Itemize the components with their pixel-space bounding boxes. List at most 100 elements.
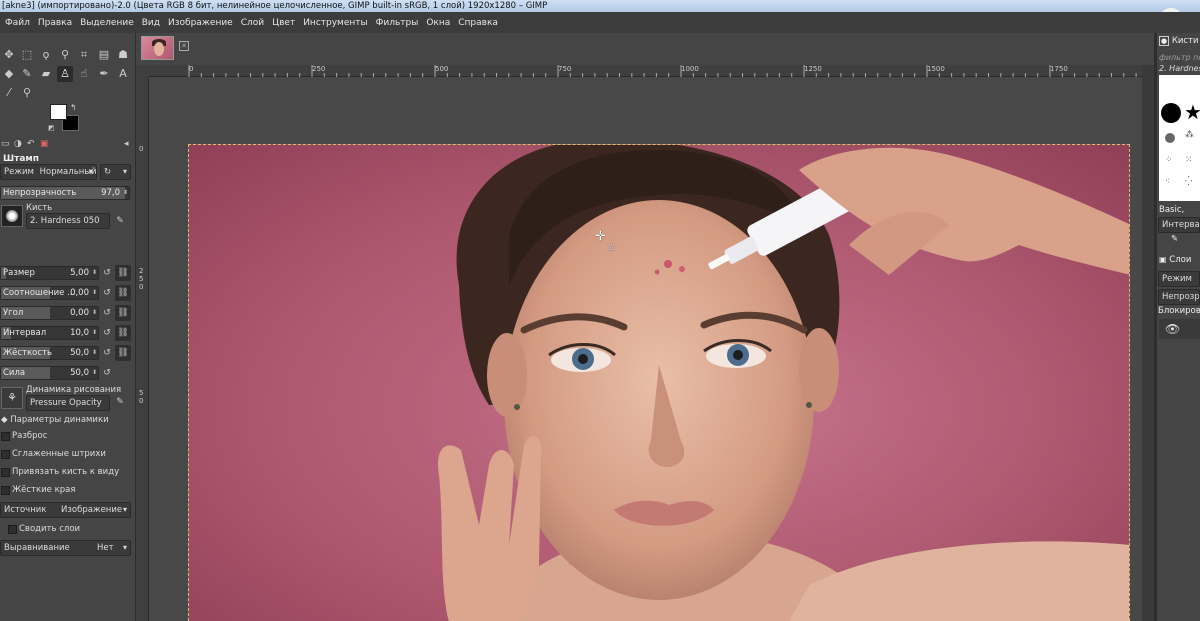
hard-edge-checkbox[interactable]: Жёсткие края (0, 483, 75, 497)
link-angle-icon[interactable]: ⛓ (115, 305, 131, 321)
brush-name-field[interactable]: 2. Hardness 050 (26, 213, 110, 229)
edit-dynamics-icon[interactable]: ✎ (113, 395, 127, 409)
alignment-combo[interactable]: Выравнивание Нет ▾ (0, 540, 131, 556)
dynamics-icon[interactable]: ⚘ (1, 387, 23, 409)
smooth-stroke-checkbox[interactable]: Сглаженные штрихи (0, 447, 106, 461)
aspect-slider[interactable]: Соотношение ... 0,00 ⬍ (0, 286, 99, 300)
menu-help[interactable]: Справка (454, 18, 502, 28)
brush-spacing-field[interactable]: Интервал (1158, 217, 1200, 233)
horizontal-ruler[interactable]: 0 250 500 750 1000 1250 1500 1750 (149, 65, 1142, 77)
brush-preview[interactable] (1, 205, 23, 227)
size-slider[interactable]: Размер 5,00 ⬍ (0, 266, 99, 280)
menu-view[interactable]: Вид (138, 18, 164, 28)
lock-brush-checkbox[interactable]: Привязать кисть к виду (0, 465, 119, 479)
brush-circle-icon[interactable] (1161, 103, 1181, 123)
path-icon[interactable]: ✒ (96, 66, 112, 82)
bucket-fill-icon[interactable]: ◆ (1, 66, 17, 82)
clone-stamp-icon[interactable]: ♙ (57, 66, 73, 82)
layers-tab[interactable]: ▣ Слои (1159, 253, 1191, 266)
edit-brush-icon[interactable]: ✎ (1171, 233, 1178, 246)
dynamics-field[interactable]: Pressure Opacity (26, 395, 110, 411)
dynamics-options-expander[interactable]: ◆ Параметры динамики (1, 415, 109, 425)
layer-opacity-field[interactable]: Непрозрачи (1158, 289, 1200, 305)
eraser-icon[interactable]: ▰ (38, 66, 54, 82)
menu-filters[interactable]: Фильтры (372, 18, 423, 28)
device-status-tab-icon[interactable]: ◑ (14, 139, 22, 149)
reset-size-icon[interactable]: ↺ (100, 266, 114, 280)
mode-swap-combo[interactable]: ↻ ▾ (100, 164, 131, 180)
force-label: Сила (3, 368, 26, 378)
hardness-slider[interactable]: Жёсткость 50,0 ⬍ (0, 346, 99, 360)
crop-icon[interactable]: ⌗ (76, 47, 92, 63)
link-spacing-icon[interactable]: ⛓ (115, 325, 131, 341)
opacity-slider[interactable]: Непрозрачность 97,0 ⬍ (0, 186, 130, 200)
move-tool-icon[interactable]: ✥ (1, 47, 17, 63)
sample-merged-checkbox[interactable]: Сводить слои (7, 522, 80, 536)
text-tool-icon[interactable]: A (115, 66, 131, 82)
brush-grid[interactable]: ★ ⁂ ⁘ ⁙ ⁖ ⁛ (1159, 75, 1200, 201)
image-tab-thumbnail[interactable] (141, 36, 174, 60)
ruler-corner[interactable] (136, 65, 149, 77)
brushes-tab[interactable]: ● Кисти (1159, 35, 1199, 48)
lasso-icon[interactable]: ϙ (38, 47, 54, 63)
angle-slider[interactable]: Угол 0,00 ⬍ (0, 306, 99, 320)
edit-brush-icon[interactable]: ✎ (113, 214, 127, 228)
dock-tab-row: ▭ ◑ ↶ ▣ ◂ (0, 139, 136, 152)
image-canvas[interactable] (188, 144, 1130, 621)
rect-select-icon[interactable]: ⬚ (19, 47, 35, 63)
layer-mode-combo[interactable]: Режим (1158, 271, 1200, 287)
menu-windows[interactable]: Окна (422, 18, 454, 28)
warp-icon[interactable]: ☗ (115, 47, 131, 63)
reset-force-icon[interactable]: ↺ (100, 366, 114, 380)
undo-history-tab-icon[interactable]: ↶ (27, 139, 35, 149)
menu-layer[interactable]: Слой (237, 18, 268, 28)
images-tab-icon[interactable]: ▣ (40, 139, 49, 149)
brush-star-icon[interactable]: ★ (1184, 100, 1200, 124)
menu-file[interactable]: Файл (1, 18, 34, 28)
color-picker-icon[interactable]: ⁄ (1, 85, 17, 101)
force-slider[interactable]: Сила 50,0 ⬍ (0, 366, 99, 380)
layer-row[interactable]: 👁 (1159, 319, 1200, 339)
vertical-ruler[interactable]: 0 2 5 0 5 0 (136, 77, 149, 621)
brush-texture-icon[interactable]: ⁂ (1185, 130, 1194, 140)
brush-texture-icon[interactable]: ⁖ (1165, 177, 1170, 187)
brush-soft-icon[interactable] (1165, 133, 1175, 143)
reset-icon: ↻ (104, 167, 112, 177)
reset-hardness-icon[interactable]: ↺ (100, 346, 114, 360)
brush-texture-icon[interactable]: ⁛ (1185, 177, 1192, 187)
paintbrush-icon[interactable]: ✎ (19, 66, 35, 82)
zoom-icon[interactable]: ⚲ (19, 85, 35, 101)
brush-texture-icon[interactable]: ⁙ (1185, 155, 1193, 165)
reset-spacing-icon[interactable]: ↺ (100, 326, 114, 340)
menu-edit[interactable]: Правка (34, 18, 76, 28)
brush-texture-icon[interactable]: ⁘ (1165, 155, 1173, 165)
spacing-slider[interactable]: Интервал 10,0 ⬍ (0, 326, 99, 340)
link-hardness-icon[interactable]: ⛓ (115, 345, 131, 361)
link-size-icon[interactable]: ⛓ (115, 265, 131, 281)
color-swatches: ↰ ◩ (48, 103, 82, 135)
close-icon[interactable]: ✕ (179, 41, 189, 51)
menu-color[interactable]: Цвет (268, 18, 299, 28)
size-label: Размер (3, 268, 35, 278)
link-aspect-icon[interactable]: ⛓ (115, 285, 131, 301)
menu-tools[interactable]: Инструменты (299, 18, 371, 28)
unified-transform-icon[interactable]: ▤ (96, 47, 112, 63)
menu-select[interactable]: Выделение (76, 18, 138, 28)
smudge-icon[interactable]: ☝ (76, 66, 92, 82)
mode-combo[interactable]: Режим Нормальный ▾ (0, 164, 97, 180)
canvas-scrollbar[interactable] (1142, 65, 1154, 621)
eye-icon[interactable]: 👁 (1165, 322, 1180, 336)
tool-options-tab-icon[interactable]: ▭ (1, 139, 10, 149)
source-combo[interactable]: Источник Изображение ▾ (0, 502, 131, 518)
brush-filter-field[interactable]: фильтр по (1159, 53, 1200, 62)
reset-angle-icon[interactable]: ↺ (100, 306, 114, 320)
menu-image[interactable]: Изображение (164, 18, 237, 28)
chevron-down-icon: ▾ (122, 505, 127, 514)
fuzzy-select-icon[interactable]: ⚲ (57, 47, 73, 63)
reset-aspect-icon[interactable]: ↺ (100, 286, 114, 300)
foreground-color[interactable] (50, 104, 67, 120)
dock-menu-icon[interactable]: ◂ (124, 139, 129, 149)
swap-colors-icon[interactable]: ↰ (70, 103, 77, 112)
jitter-checkbox[interactable]: Разброс (0, 429, 47, 443)
reset-colors-icon[interactable]: ◩ (48, 124, 55, 132)
